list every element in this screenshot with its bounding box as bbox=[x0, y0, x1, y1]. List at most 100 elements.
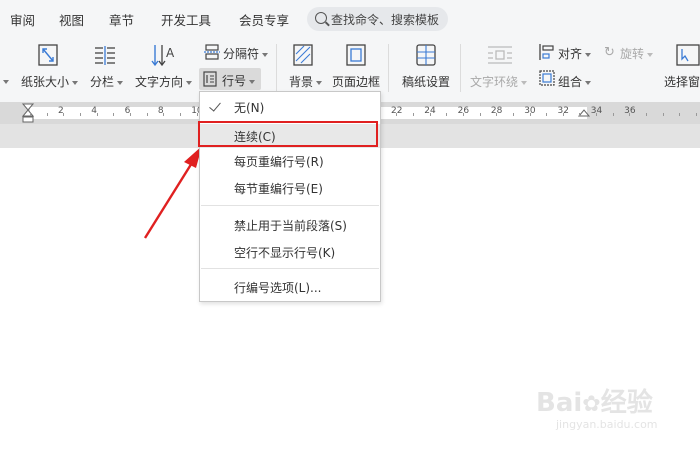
manuscript-button[interactable]: 稿纸设置 bbox=[402, 73, 450, 90]
ruler-tick bbox=[579, 113, 581, 116]
text-wrap-label: 文字环绕 bbox=[470, 75, 519, 89]
menu-item-label: 行编号选项(L)... bbox=[234, 281, 322, 295]
chevron-down-icon bbox=[186, 80, 193, 85]
ribbon-divider bbox=[460, 44, 461, 92]
rotate-button[interactable]: 旋转 bbox=[620, 45, 654, 62]
menu-item-label: 连续(C) bbox=[234, 130, 276, 144]
paper-size-button[interactable]: 纸张大小 bbox=[21, 73, 79, 90]
chevron-down-icon bbox=[585, 80, 592, 85]
ruler-tick bbox=[662, 113, 664, 116]
paper-size-label: 纸张大小 bbox=[21, 75, 70, 89]
tab-member[interactable]: 会员专享 bbox=[239, 10, 289, 29]
chevron-down-icon bbox=[316, 80, 323, 85]
align-button[interactable]: 对齐 bbox=[558, 45, 592, 62]
ruler-tick bbox=[79, 113, 81, 116]
menu-item-restart-each-section[interactable]: 每节重编行号(E) bbox=[200, 176, 380, 200]
align-icon bbox=[539, 44, 554, 60]
menu-item-hide-empty-lines[interactable]: 空行不显示行号(K) bbox=[200, 240, 380, 264]
menu-tab-bar: 审阅 视图 章节 开发工具 会员专享 查找命令、搜索模板 bbox=[0, 0, 700, 38]
ruler-tick bbox=[496, 113, 498, 116]
menu-item-restart-each-page[interactable]: 每页重编行号(R) bbox=[200, 149, 380, 173]
tab-chapter[interactable]: 章节 bbox=[109, 10, 134, 29]
page-border-icon bbox=[346, 44, 366, 66]
menu-item-continuous[interactable]: 连续(C) bbox=[198, 121, 380, 148]
page-border-label: 页面边框 bbox=[332, 75, 381, 89]
columns-label: 分栏 bbox=[90, 75, 115, 89]
chevron-down-icon bbox=[249, 79, 256, 84]
rotate-label: 旋转 bbox=[620, 47, 645, 61]
ruler-tick bbox=[429, 113, 431, 116]
prev-caret-icon[interactable] bbox=[0, 74, 9, 84]
indent-marker-icon[interactable] bbox=[22, 103, 34, 123]
ruler-tick bbox=[479, 113, 481, 116]
text-wrap-icon bbox=[488, 46, 512, 64]
ruler-tick bbox=[512, 113, 514, 116]
ruler-tick bbox=[679, 113, 681, 116]
ruler-tick bbox=[63, 113, 65, 116]
ruler-tick bbox=[612, 113, 614, 116]
tab-view[interactable]: 视图 bbox=[59, 10, 84, 29]
selection-pane-button[interactable]: 选择窗 bbox=[664, 73, 700, 90]
checkmark-icon bbox=[209, 99, 221, 112]
text-direction-button[interactable]: 文字方向 bbox=[135, 73, 193, 90]
ruler-tick bbox=[562, 113, 564, 116]
ruler-tick bbox=[30, 113, 31, 116]
menu-separator bbox=[201, 268, 379, 269]
chevron-down-icon bbox=[117, 80, 124, 85]
watermark-brand: Bai✿经验 bbox=[536, 382, 653, 419]
columns-button[interactable]: 分栏 bbox=[90, 73, 124, 90]
background-label: 背景 bbox=[289, 75, 314, 89]
separator-label: 分隔符 bbox=[223, 47, 260, 61]
ribbon-divider bbox=[388, 44, 389, 92]
line-number-icon bbox=[203, 71, 217, 87]
ruler-tick bbox=[546, 113, 548, 116]
svg-text:A: A bbox=[166, 46, 175, 60]
menu-item-none[interactable]: 无(N) bbox=[200, 95, 380, 119]
group-button[interactable]: 组合 bbox=[558, 73, 592, 90]
ruler-tick bbox=[46, 113, 48, 116]
ruler-tick bbox=[462, 113, 464, 116]
menu-item-label: 禁止用于当前段落(S) bbox=[234, 219, 347, 233]
search-placeholder: 查找命令、搜索模板 bbox=[331, 13, 440, 27]
tab-review[interactable]: 审阅 bbox=[10, 10, 35, 29]
tab-developer-tools[interactable]: 开发工具 bbox=[161, 10, 211, 29]
page-separator-icon bbox=[204, 44, 220, 60]
selection-pane-icon bbox=[676, 44, 700, 66]
selection-pane-label: 选择窗 bbox=[664, 75, 700, 89]
columns-icon bbox=[95, 46, 115, 65]
ruler-tick bbox=[179, 113, 181, 116]
ruler-tick bbox=[129, 113, 131, 116]
menu-item-label: 空行不显示行号(K) bbox=[234, 246, 336, 260]
ruler-tick bbox=[196, 113, 198, 116]
background-button[interactable]: 背景 bbox=[289, 73, 323, 90]
menu-item-suppress-paragraph[interactable]: 禁止用于当前段落(S) bbox=[200, 213, 380, 237]
text-wrap-button[interactable]: 文字环绕 bbox=[470, 73, 528, 90]
ruler-tick bbox=[596, 113, 598, 116]
menu-item-line-number-options[interactable]: 行编号选项(L)... bbox=[200, 275, 380, 299]
chevron-down-icon bbox=[521, 80, 528, 85]
paw-icon: ✿ bbox=[582, 392, 601, 417]
search-icon bbox=[315, 12, 327, 24]
chevron-down-icon bbox=[262, 52, 269, 57]
chevron-down-icon bbox=[585, 52, 592, 57]
group-label: 组合 bbox=[558, 75, 583, 89]
ribbon-divider bbox=[276, 44, 277, 92]
ruler-tick bbox=[529, 113, 531, 116]
ruler-tick bbox=[412, 113, 414, 116]
ruler-tick bbox=[646, 113, 648, 116]
ruler-tick bbox=[446, 113, 448, 116]
text-direction-icon: A bbox=[151, 45, 175, 67]
chevron-down-icon bbox=[647, 52, 654, 57]
separator-button[interactable]: 分隔符 bbox=[223, 45, 269, 62]
page-border-button[interactable]: 页面边框 bbox=[332, 73, 380, 90]
line-number-label: 行号 bbox=[222, 74, 247, 88]
manuscript-paper-icon bbox=[416, 44, 436, 66]
watermark-brand2-text: 经验 bbox=[600, 388, 653, 418]
line-number-dropdown: 无(N) 连续(C) 每页重编行号(R) 每节重编行号(E) 禁止用于当前段落(… bbox=[198, 91, 381, 302]
line-number-button[interactable]: 行号 bbox=[199, 68, 261, 90]
paper-size-icon bbox=[38, 44, 58, 66]
menu-separator bbox=[201, 205, 379, 206]
chevron-down-icon bbox=[72, 80, 79, 85]
ruler-tick bbox=[163, 113, 165, 116]
command-search[interactable]: 查找命令、搜索模板 bbox=[307, 7, 448, 31]
